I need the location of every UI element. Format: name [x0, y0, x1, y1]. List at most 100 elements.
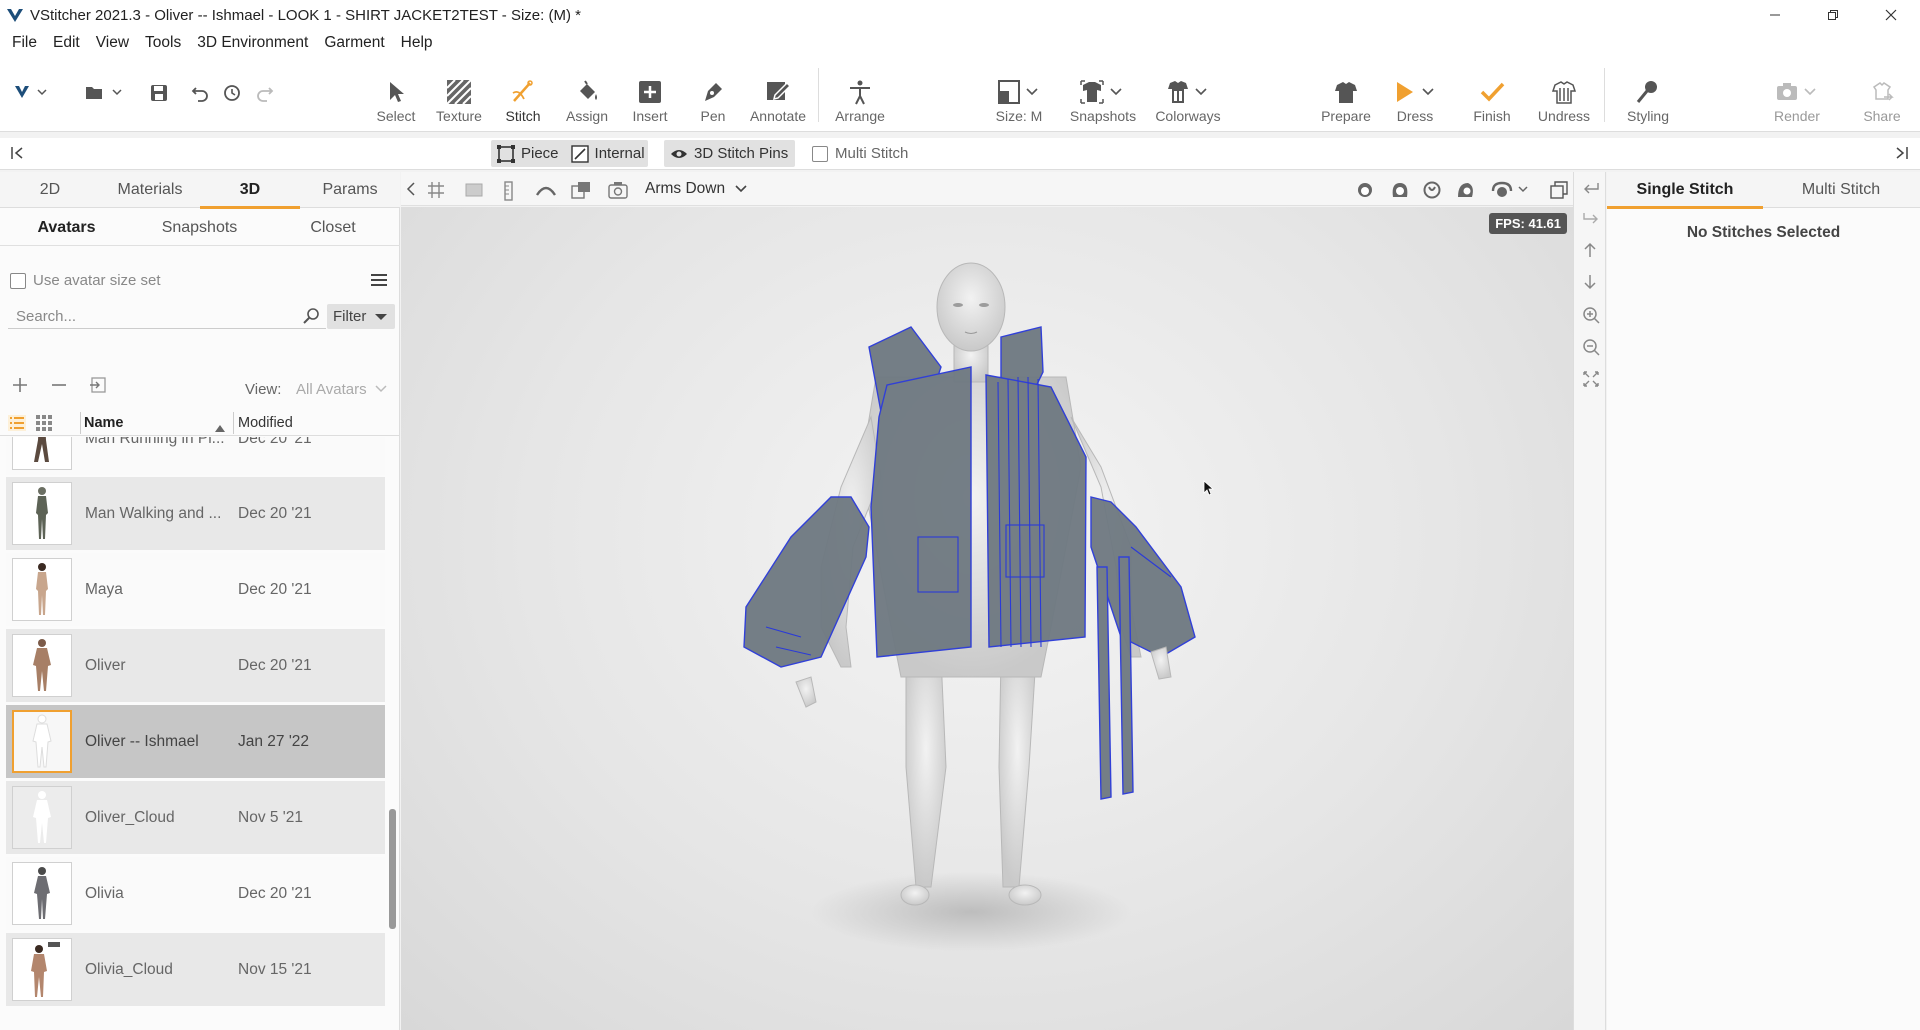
zoom-out-icon[interactable]: [1582, 338, 1600, 360]
list-item[interactable]: Maya Dec 20 '21: [6, 553, 385, 626]
filter-dropdown[interactable]: Filter: [327, 304, 395, 329]
internal-button[interactable]: Internal: [565, 140, 651, 167]
tab-single-stitch[interactable]: Single Stitch: [1607, 172, 1763, 209]
share-tool[interactable]: Share: [1858, 56, 1906, 132]
camera-view-icon[interactable]: [571, 181, 591, 203]
arrow-up-icon[interactable]: [1582, 242, 1598, 262]
colorways-dropdown[interactable]: Colorways: [1152, 56, 1224, 132]
use-avatar-size-set[interactable]: Use avatar size set: [10, 272, 161, 289]
stitch-tool[interactable]: Stitch: [498, 56, 548, 132]
open-folder-icon[interactable]: [85, 84, 125, 104]
add-avatar-icon[interactable]: [11, 376, 29, 398]
column-modified[interactable]: Modified: [238, 415, 293, 431]
subtab-snapshots[interactable]: Snapshots: [133, 210, 266, 246]
tab-multi-stitch[interactable]: Multi Stitch: [1763, 172, 1919, 208]
measure-tape-icon[interactable]: [535, 181, 557, 203]
menu-file[interactable]: File: [4, 34, 45, 52]
hair-icon[interactable]: [1390, 181, 1410, 203]
menu-help[interactable]: Help: [393, 34, 441, 52]
menu-view[interactable]: View: [88, 34, 137, 52]
render-tool[interactable]: Render: [1768, 56, 1826, 132]
finish-tool[interactable]: Finish: [1467, 56, 1517, 132]
tab-3d[interactable]: 3D: [200, 172, 300, 209]
zoom-in-icon[interactable]: [1582, 306, 1600, 328]
undress-tool[interactable]: Undress: [1536, 56, 1592, 132]
plane-icon[interactable]: [465, 181, 483, 203]
maximize-view-icon[interactable]: [1550, 181, 1568, 203]
pose-icon[interactable]: [1491, 181, 1531, 203]
tab-materials[interactable]: Materials: [100, 172, 200, 208]
history-icon[interactable]: [223, 84, 241, 106]
list-item[interactable]: Olivia_Cloud Nov 15 '21: [6, 933, 385, 1006]
screenshot-icon[interactable]: [608, 181, 628, 203]
size-dropdown[interactable]: Size: M: [991, 56, 1047, 132]
texture-tool[interactable]: Texture: [431, 56, 487, 132]
select-tool[interactable]: Select: [370, 56, 422, 132]
search-icon[interactable]: [302, 307, 320, 329]
redo-stitch-icon[interactable]: [1582, 210, 1600, 230]
undo-icon[interactable]: [191, 84, 209, 106]
tab-params[interactable]: Params: [300, 172, 400, 208]
restore-icon[interactable]: [1804, 0, 1862, 30]
sort-asc-icon[interactable]: [215, 419, 225, 436]
remove-avatar-icon[interactable]: [50, 376, 68, 398]
search-input[interactable]: Search...: [8, 305, 326, 329]
styling-tool[interactable]: Styling: [1620, 56, 1676, 132]
makeup-icon[interactable]: [1456, 181, 1476, 203]
fit-view-icon[interactable]: [1582, 370, 1600, 392]
view-select[interactable]: All Avatars: [290, 377, 390, 401]
menu-garment[interactable]: Garment: [316, 34, 392, 52]
assign-tool[interactable]: Assign: [562, 56, 612, 132]
collapse-left-icon[interactable]: [10, 145, 26, 165]
list-item[interactable]: Olivia Dec 20 '21: [6, 857, 385, 930]
import-avatar-icon[interactable]: [89, 376, 107, 398]
vstitcher-logo-icon: [6, 6, 24, 24]
pen-tool[interactable]: Pen: [688, 56, 738, 132]
save-icon[interactable]: [150, 84, 168, 106]
checkbox-box[interactable]: [10, 272, 26, 289]
list-item[interactable]: Man Running in Pl... Dec 20 '21: [6, 437, 385, 475]
insert-tool[interactable]: Insert: [625, 56, 675, 132]
stitch-pins-button[interactable]: 3D Stitch Pins: [664, 140, 795, 167]
avatar-head-icon[interactable]: [1356, 181, 1374, 203]
list-item[interactable]: Oliver Dec 20 '21: [6, 629, 385, 702]
list-options-icon[interactable]: [370, 272, 388, 292]
menu-edit[interactable]: Edit: [45, 34, 88, 52]
pose-dropdown[interactable]: Arms Down: [645, 180, 747, 198]
tab-2d[interactable]: 2D: [0, 172, 100, 208]
arrange-tool[interactable]: Arrange: [830, 56, 890, 132]
redo-icon[interactable]: [256, 84, 274, 106]
multi-stitch-checkbox[interactable]: Multi Stitch: [812, 145, 908, 162]
list-item-selected[interactable]: Oliver -- Ishmael Jan 27 '22: [6, 705, 385, 778]
menu-tools[interactable]: Tools: [137, 34, 189, 52]
arrow-down-icon[interactable]: [1582, 274, 1598, 294]
viewport-toolbar: [401, 172, 1573, 206]
close-icon[interactable]: [1862, 0, 1920, 30]
minimize-icon[interactable]: [1746, 0, 1804, 30]
skin-icon[interactable]: [1423, 181, 1441, 203]
list-view-icon[interactable]: [8, 415, 26, 435]
snapshots-dropdown[interactable]: Snapshots: [1066, 56, 1140, 132]
ruler-icon[interactable]: [504, 181, 514, 205]
no-stitches-message: No Stitches Selected: [1686, 224, 1841, 241]
list-item[interactable]: Oliver_Cloud Nov 5 '21: [6, 781, 385, 854]
column-name[interactable]: Name: [84, 415, 124, 431]
list-scrollbar[interactable]: [389, 809, 396, 929]
piece-button[interactable]: Piece: [491, 140, 565, 167]
logo-menu-icon[interactable]: [14, 84, 50, 104]
dress-tool[interactable]: Dress: [1390, 56, 1440, 132]
grid-view-icon[interactable]: [36, 415, 52, 435]
menu-3d-environment[interactable]: 3D Environment: [189, 34, 316, 52]
avatar-thumbnail: [12, 482, 72, 545]
subtab-closet[interactable]: Closet: [266, 210, 400, 246]
chevron-left-icon[interactable]: [406, 181, 416, 201]
3d-viewport[interactable]: FPS: 41.61: [401, 207, 1573, 1030]
collapse-right-icon[interactable]: [1893, 145, 1909, 165]
annotate-tool[interactable]: Annotate: [745, 56, 811, 132]
list-item[interactable]: Man Walking and ... Dec 20 '21: [6, 477, 385, 550]
subtab-avatars[interactable]: Avatars: [0, 210, 133, 246]
prepare-tool[interactable]: Prepare: [1318, 56, 1374, 132]
grid-icon[interactable]: [427, 181, 445, 203]
undo-stitch-icon[interactable]: [1582, 180, 1600, 200]
checkbox-box[interactable]: [812, 145, 828, 162]
